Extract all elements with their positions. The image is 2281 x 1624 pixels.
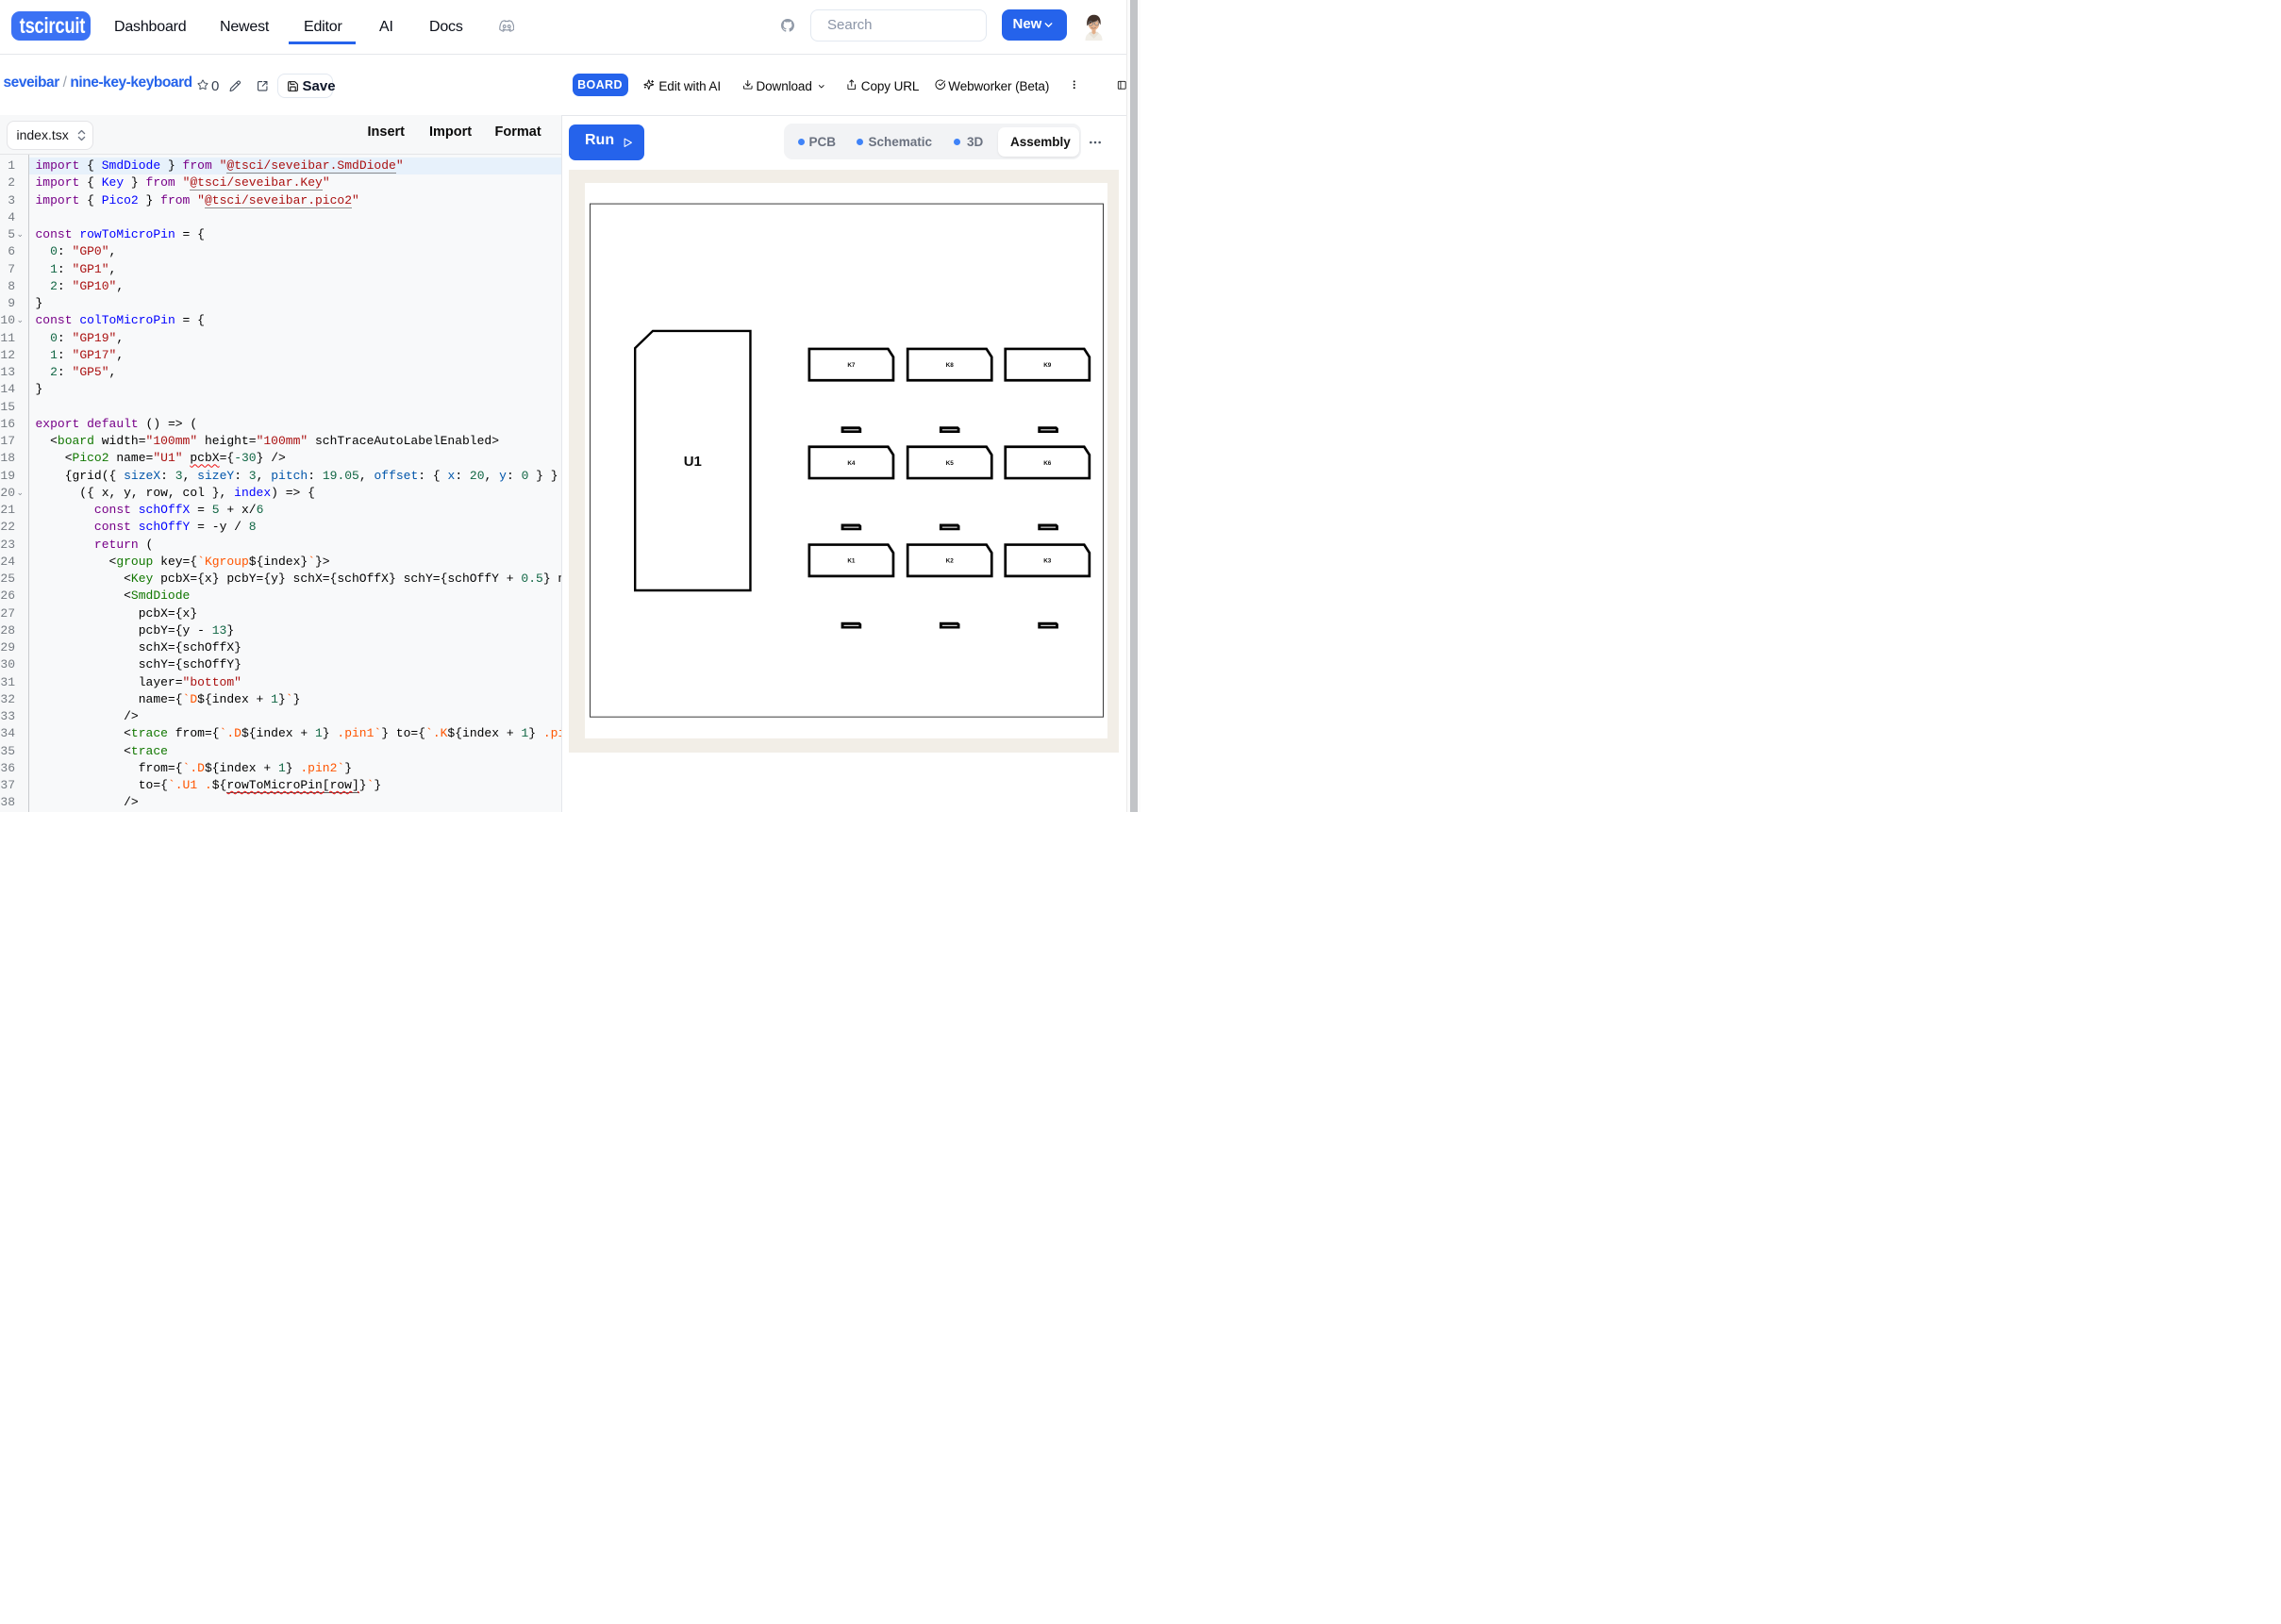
svg-text:K4: K4 (847, 460, 856, 467)
svg-text:K6: K6 (1043, 460, 1052, 467)
svg-text:U1: U1 (683, 454, 701, 470)
svg-text:K2: K2 (945, 558, 954, 565)
svg-text:K1: K1 (847, 558, 856, 565)
svg-text:K8: K8 (945, 362, 954, 369)
svg-text:K5: K5 (945, 460, 954, 467)
svg-text:K7: K7 (847, 362, 856, 369)
svg-text:K9: K9 (1043, 362, 1052, 369)
svg-text:K3: K3 (1043, 558, 1052, 565)
